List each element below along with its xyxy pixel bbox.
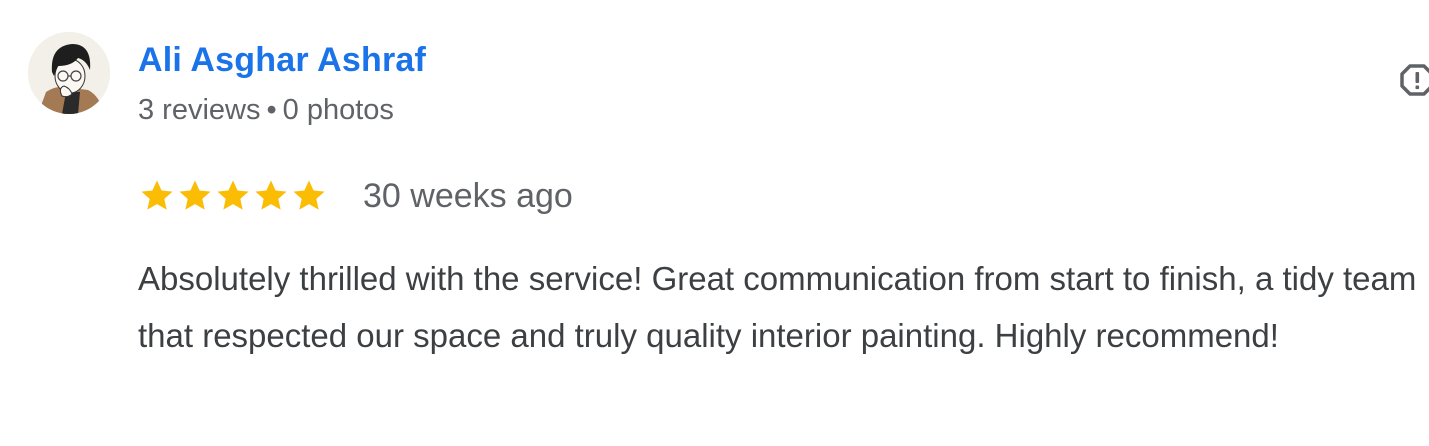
author-name-link[interactable]: Ali Asghar Ashraf (138, 38, 426, 82)
star-icon (179, 180, 211, 210)
avatar[interactable] (28, 32, 110, 114)
author-stats: 3 reviews • 0 photos (138, 90, 394, 130)
star-rating (138, 176, 328, 216)
star-icon (293, 180, 325, 210)
report-flag-icon[interactable] (1396, 58, 1429, 98)
star-icon (141, 180, 173, 210)
avatar-illustration (28, 32, 110, 114)
star-icon (217, 180, 249, 210)
photo-count: 0 photos (282, 94, 394, 126)
review-count: 3 reviews (138, 94, 261, 126)
star-icon (255, 180, 287, 210)
review-text: Absolutely thrilled with the service! Gr… (138, 260, 1417, 354)
review-age: 30 weeks ago (363, 177, 573, 215)
meta-separator: • (266, 94, 277, 126)
review-card: Ali Asghar Ashraf 3 reviews • 0 photos 30 … (0, 0, 1429, 446)
